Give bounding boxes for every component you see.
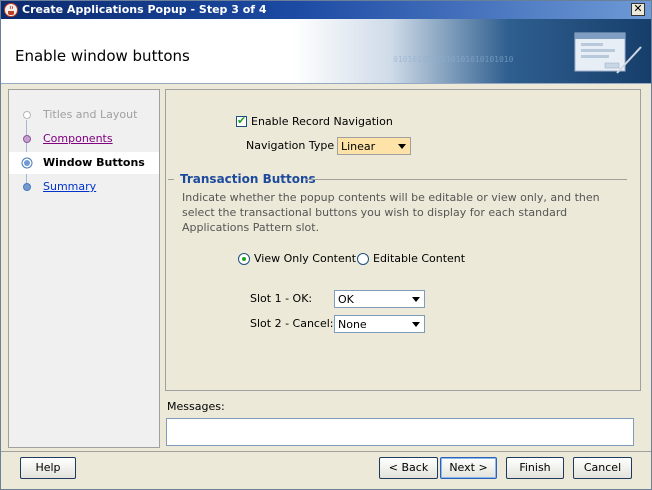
finish-button-label: Finish: [519, 461, 551, 474]
slot1-select[interactable]: OK: [334, 290, 425, 308]
close-window-button[interactable]: ✕: [631, 3, 645, 16]
wizard-header: Enable window buttons 010101010101010101…: [1, 19, 651, 84]
enable-record-navigation-checkbox[interactable]: ✔: [236, 114, 247, 127]
close-icon: ✕: [633, 2, 643, 15]
help-button[interactable]: Help: [20, 457, 76, 479]
slot1-value: OK: [338, 293, 354, 306]
nav-step-titles-and-layout: Titles and Layout: [9, 104, 159, 126]
help-button-label: Help: [35, 461, 61, 474]
next-button[interactable]: Next >: [440, 457, 497, 479]
transaction-buttons-heading: Transaction Buttons: [180, 172, 316, 186]
chevron-down-icon: [398, 144, 406, 149]
step-disabled-icon: [23, 111, 31, 119]
slot2-value: None: [338, 318, 367, 331]
slot1-label: Slot 1 - OK:: [250, 292, 313, 305]
editable-content-radio[interactable]: [357, 253, 369, 265]
chevron-down-icon: [412, 297, 420, 302]
nav-step-label[interactable]: Summary: [43, 180, 96, 193]
finish-button[interactable]: Finish: [506, 457, 564, 479]
back-button-label: < Back: [388, 461, 429, 474]
checkmark-icon: ✔: [237, 114, 247, 127]
step-visited-icon: [23, 135, 31, 143]
nav-step-label: Window Buttons: [43, 156, 145, 169]
page-title: Enable window buttons: [15, 47, 190, 65]
header-decor-text: 0101010101010101010101010: [393, 55, 514, 64]
editable-content-label[interactable]: Editable Content: [373, 252, 465, 265]
navigation-type-label: Navigation Type: [246, 139, 335, 152]
nav-step-window-buttons[interactable]: Window Buttons: [9, 152, 159, 174]
enable-record-navigation-label[interactable]: Enable Record Navigation: [251, 115, 393, 128]
messages-label: Messages:: [167, 400, 225, 413]
nav-step-summary[interactable]: Summary: [9, 176, 159, 198]
footer-divider: [1, 451, 651, 452]
navigation-type-select[interactable]: Linear: [337, 137, 411, 155]
cancel-button[interactable]: Cancel: [573, 457, 632, 479]
wizard-steps-panel: Titles and Layout Components Window Butt…: [8, 89, 160, 448]
messages-area[interactable]: [166, 418, 634, 446]
cancel-button-label: Cancel: [583, 461, 622, 474]
step-pending-icon: [23, 183, 31, 191]
java-cup-icon: [4, 3, 18, 17]
step-content-panel: ✔ Enable Record Navigation Navigation Ty…: [165, 89, 641, 391]
slot2-select[interactable]: None: [334, 315, 425, 333]
nav-step-components[interactable]: Components: [9, 128, 159, 150]
transaction-description: Indicate whether the popup contents will…: [182, 191, 600, 234]
window-title: Create Applications Popup - Step 3 of 4: [22, 3, 267, 16]
next-button-label: Next >: [449, 461, 488, 474]
view-only-content-label[interactable]: View Only Content: [254, 252, 356, 265]
nav-step-label: Titles and Layout: [43, 108, 138, 121]
step-current-icon: [21, 157, 33, 169]
view-only-content-radio[interactable]: [238, 253, 250, 265]
section-rule-left: [168, 179, 174, 180]
navigation-type-value: Linear: [341, 140, 376, 153]
chevron-down-icon: [412, 322, 420, 327]
dialog-illustration-icon: [574, 32, 642, 74]
title-bar[interactable]: Create Applications Popup - Step 3 of 4 …: [1, 1, 651, 19]
section-rule-right: [305, 179, 627, 180]
nav-step-label[interactable]: Components: [43, 132, 113, 145]
slot2-label: Slot 2 - Cancel:: [250, 317, 334, 330]
wizard-window: Create Applications Popup - Step 3 of 4 …: [0, 0, 652, 490]
back-button[interactable]: < Back: [379, 457, 438, 479]
